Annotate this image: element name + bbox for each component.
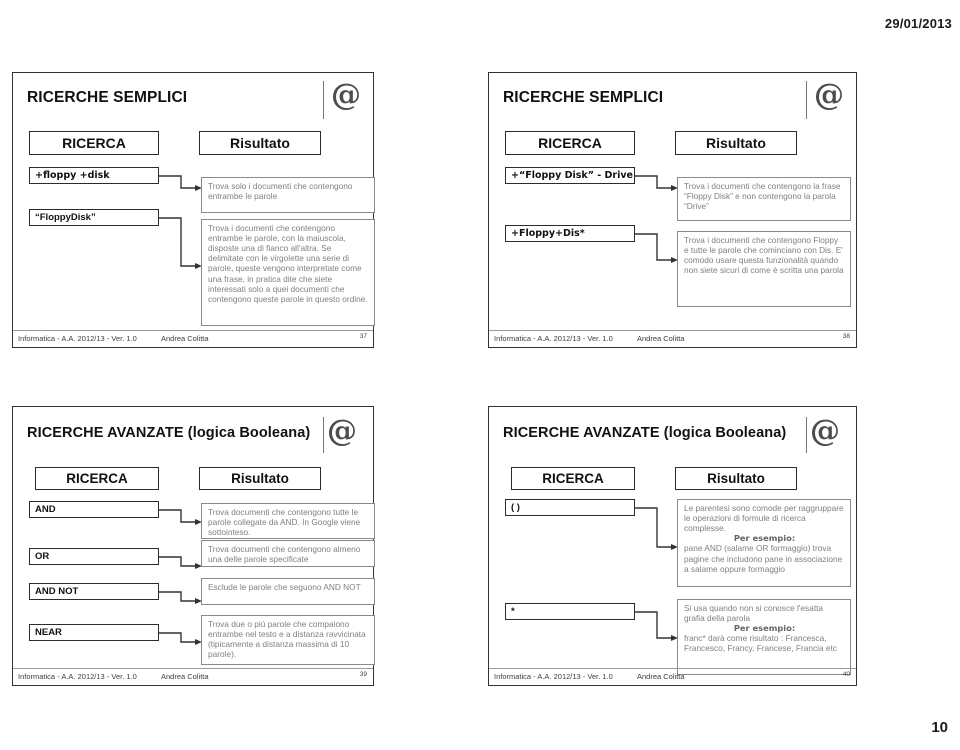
slide-4-connector-1 [635,507,678,550]
slide-4-title: RICERCHE AVANZATE (logica Booleana) [503,425,787,441]
slide-4-result-1-example-label: Per esempio: [733,533,796,544]
slide-4-title-separator [806,417,807,453]
slide-2-footer: Informatica - A.A. 2012/13 - Ver. 1.0 An… [489,330,856,347]
document-date: 29/01/2013 [884,16,952,31]
slide-2-query-box-1[interactable]: +“Floppy Disk” - Drive [505,167,635,184]
slide-2-query-box-2[interactable]: +Floppy+Dis* [505,225,635,242]
slide-1-footer-author: Andrea Colitta [161,334,209,343]
slide-4-footer-course: Informatica - A.A. 2012/13 - Ver. 1.0 [494,672,613,681]
slide-3-connector-2 [159,556,202,569]
slide-1-title: RICERCHE SEMPLICI [27,89,188,106]
document-page-number: 10 [931,719,948,736]
slide-2-title: RICERCHE SEMPLICI [503,89,664,106]
slide-4-result-2-example-label: Per esempio: [733,623,796,634]
slide-2-header-result: Risultato [675,131,797,155]
slide-1-result-box-1: Trova solo i documenti che contengono en… [201,177,375,213]
slide-3-query-box-4[interactable]: NEAR [29,624,159,641]
slides-handout-page: 29/01/2013 10 RICERCHE SEMPLICI @ RICERC… [0,0,960,750]
slide-3-title: RICERCHE AVANZATE (logica Booleana) [27,425,311,441]
slide-4-header-result: Risultato [675,467,797,490]
slide-4-result-box-2: Si usa quando non si conosce l'esatta gr… [677,599,851,675]
slide-4-footer: Informatica - A.A. 2012/13 - Ver. 1.0 An… [489,668,856,685]
slide-3-query-box-1[interactable]: AND [29,501,159,518]
slide-3-connector-4 [159,632,202,645]
slide-3-query-box-2[interactable]: OR [29,548,159,565]
slide-1-footer-course: Informatica - A.A. 2012/13 - Ver. 1.0 [18,334,137,343]
slide-4-result-1-post: pane AND (salame OR formaggio) trova pag… [684,543,843,574]
slide-1-header-query: RICERCA [29,131,159,155]
slide-4-result-2-post: franc* darà come risultato : Francesca, … [684,633,837,654]
slide-4-query-box-2[interactable]: * [505,603,635,620]
slide-3-connector-1 [159,509,202,525]
slide-2-header-query: RICERCA [505,131,635,155]
slide-4-connector-2 [635,611,678,641]
slide-3-result-box-2: Trova documenti che contengono almeno un… [201,540,375,567]
slide-2-footer-author: Andrea Colitta [637,334,685,343]
slide-4: RICERCHE AVANZATE (logica Booleana) @ RI… [488,406,857,686]
slide-3: RICERCHE AVANZATE (logica Booleana) @ RI… [12,406,375,686]
slide-3-result-box-3: Esclude le parole che seguono AND NOT [201,578,375,605]
at-icon: @ [327,414,357,449]
slide-1: RICERCHE SEMPLICI @ RICERCA Risultato +f… [12,72,375,348]
at-icon: @ [814,78,844,113]
slide-1-footer: Informatica - A.A. 2012/13 - Ver. 1.0 An… [13,330,373,347]
slide-2-connector-1 [635,175,678,191]
slide-1-query-box-1[interactable]: +floppy +disk [29,167,159,184]
slide-1-header-result: Risultato [199,131,321,155]
slide-3-connector-3 [159,591,202,604]
slide-4-result-2-pre: Si usa quando non si conosce l'esatta gr… [684,603,824,624]
slide-2: RICERCHE SEMPLICI @ RICERCA Risultato +“… [488,72,857,348]
slide-3-result-box-4: Trova due o piú parole che compaiono ent… [201,615,375,665]
slide-2-footer-page: 38 [842,333,850,340]
slide-1-connector-2 [159,217,202,269]
slide-1-title-separator [323,81,324,119]
slide-1-query-box-2[interactable]: “FloppyDisk” [29,209,159,226]
slide-4-footer-author: Andrea Colitta [637,672,685,681]
slide-3-footer-author: Andrea Colitta [161,672,209,681]
slide-3-footer-course: Informatica - A.A. 2012/13 - Ver. 1.0 [18,672,137,681]
slide-3-footer-page: 39 [359,671,367,678]
slide-2-result-box-1: Trova i documenti che contengono la fras… [677,177,851,221]
slide-3-header-query: RICERCA [35,467,159,490]
slide-1-result-box-2: Trova i documenti che contengono entramb… [201,219,375,326]
slide-4-footer-page: 40 [842,671,850,678]
slide-1-connector-1 [159,175,202,191]
slide-2-title-separator [806,81,807,119]
slide-4-result-1-pre: Le parentesi sono comode per raggruppare… [684,503,844,534]
slide-4-query-box-1[interactable]: ( ) [505,499,635,516]
at-icon: @ [331,78,361,113]
slide-2-footer-course: Informatica - A.A. 2012/13 - Ver. 1.0 [494,334,613,343]
slide-2-result-box-2: Trova i documenti che contengono Floppy … [677,231,851,307]
at-icon: @ [810,414,840,449]
slide-3-title-separator [323,417,324,453]
slide-4-header-query: RICERCA [511,467,635,490]
slide-3-result-box-1: Trova documenti che contengono tutte le … [201,503,375,539]
slide-3-query-box-3[interactable]: AND NOT [29,583,159,600]
slide-4-result-box-1: Le parentesi sono comode per raggruppare… [677,499,851,587]
slide-1-footer-page: 37 [359,333,367,340]
slide-3-header-result: Risultato [199,467,321,490]
slide-2-connector-2 [635,233,678,263]
slide-3-footer: Informatica - A.A. 2012/13 - Ver. 1.0 An… [13,668,373,685]
